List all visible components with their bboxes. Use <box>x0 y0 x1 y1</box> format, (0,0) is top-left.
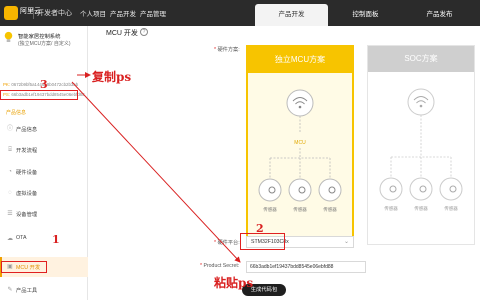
annotation-copy-ps: 复制ps <box>92 70 132 84</box>
annotation-paste-ps: 粘贴ps <box>214 276 254 290</box>
annotation-step-2: 2 <box>256 222 264 235</box>
app-root: 阿里云 开发者中心 个人项目 产品开发 产品管理 产品开发 控制面板 产品发布 … <box>0 0 480 300</box>
annotation-arrows <box>71 72 241 263</box>
annotation-step-1: 1 <box>52 233 60 246</box>
arrow-to-secret-field <box>71 81 241 263</box>
annotation-step-3: 3 <box>40 78 48 91</box>
